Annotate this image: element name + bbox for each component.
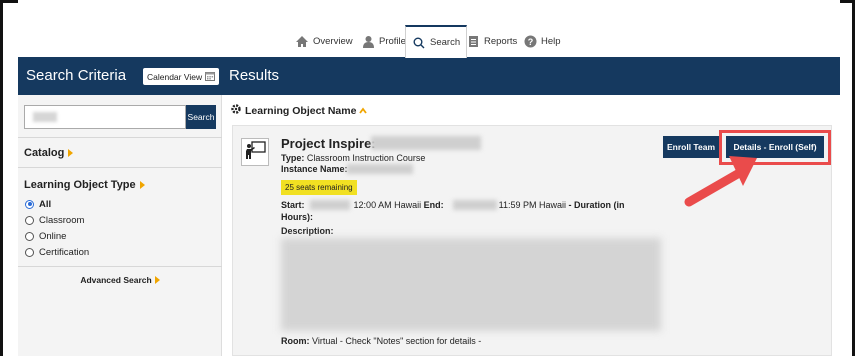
redacted-title [371,136,481,150]
search-sidebar: Search Catalog Learning Object Type All … [18,95,222,356]
nav-help[interactable]: ? Help [523,26,561,56]
course-title[interactable]: Project Inspire: [281,136,376,151]
type-value: Classroom Instruction Course [306,153,426,163]
results-title: Results [229,67,280,84]
radio-icon [25,231,34,241]
redacted-text [33,112,57,122]
home-icon [295,34,309,48]
reports-icon [466,34,480,48]
search-input[interactable] [24,105,186,129]
learning-object-type-label: Learning Object Type [24,179,136,191]
redacted-instance [347,164,413,174]
radio-selected-icon [25,199,34,209]
start-time: 12:00 AM Hawaii [353,200,422,210]
redacted-start-date [310,200,350,210]
type-label: Classroom [39,214,85,226]
advanced-search-label: Advanced Search [80,275,152,285]
room-value: Virtual - Check "Notes" section for deta… [312,336,482,346]
header-bar: Search Criteria Calendar View Results [18,57,840,95]
nav-search[interactable]: Search [405,25,468,58]
sort-label: Learning Object Name [245,104,357,117]
divider [18,137,222,138]
catalog-label: Catalog [24,147,65,159]
app: Overview Profile Search Reports ? Help S… [18,0,840,356]
type-radio-online[interactable]: Online [25,228,89,244]
catalog-toggle[interactable]: Catalog [24,147,74,159]
nav-overview[interactable]: Overview [295,26,353,56]
course-type-row: Type: Classroom Instruction Course [281,153,425,163]
nav-overview-label: Overview [313,35,353,47]
search-criteria-title: Search Criteria [26,67,127,84]
instance-label: Instance Name: [281,164,348,174]
end-label: End: [423,200,444,210]
redacted-description [281,238,661,331]
nav-reports[interactable]: Reports [466,26,517,56]
user-icon [361,34,375,48]
type-radio-all[interactable]: All [25,196,89,212]
radio-icon [25,215,34,225]
top-nav: Overview Profile Search Reports ? Help [18,25,840,58]
redacted-end-date [453,200,497,210]
radio-icon [25,247,34,257]
svg-text:?: ? [527,37,533,47]
advanced-search-link[interactable]: Advanced Search [18,275,222,285]
annotation-arrow-icon [684,156,757,207]
expand-arrow-icon [139,181,145,189]
sort-control[interactable]: Learning Object Name [230,103,368,118]
duration-label: - Duration (in [568,200,625,210]
nav-profile-label: Profile [379,35,406,47]
nav-help-label: Help [541,35,561,47]
calendar-icon [205,71,216,83]
type-radio-group: All Classroom Online Certification [25,196,89,260]
calendar-view-button[interactable]: Calendar View [143,68,220,85]
sort-ascending-icon [359,105,368,117]
expand-arrow-icon [154,276,160,284]
type-label: Online [39,230,67,242]
classroom-instructor-icon [241,138,269,166]
gear-icon [230,103,242,118]
type-radio-classroom[interactable]: Classroom [25,212,89,228]
instance-name-row: Instance Name: [281,164,348,174]
description-row: Description: [281,226,334,236]
nav-profile[interactable]: Profile [361,26,406,56]
nav-reports-label: Reports [484,35,518,47]
divider [18,167,222,168]
search-button[interactable]: Search [186,105,216,129]
start-label: Start: [281,200,305,210]
end-time: 11:59 PM Hawaii [498,200,567,210]
nav-search-label: Search [430,37,461,48]
help-icon: ? [523,34,537,48]
room-row: Room: Virtual - Check "Notes" section fo… [281,336,481,346]
calendar-view-label: Calendar View [147,71,203,82]
expand-arrow-icon [68,149,74,157]
seats-remaining-badge: 25 seats remaining [281,180,357,195]
duration-hours-label: Hours): [281,212,313,222]
search-row: Search [24,105,216,129]
learning-object-type-toggle[interactable]: Learning Object Type [24,179,145,191]
search-icon [412,36,426,50]
divider [18,266,222,267]
duration-row: Hours): [281,212,313,222]
description-label: Description: [281,226,334,236]
results-panel: Learning Object Name Project Inspire: Ty… [222,95,840,356]
room-label: Room: [281,336,310,346]
type-radio-certification[interactable]: Certification [25,244,89,260]
type-label: Certification [39,246,90,258]
type-label: All [39,198,52,210]
type-label: Type: [281,153,305,163]
